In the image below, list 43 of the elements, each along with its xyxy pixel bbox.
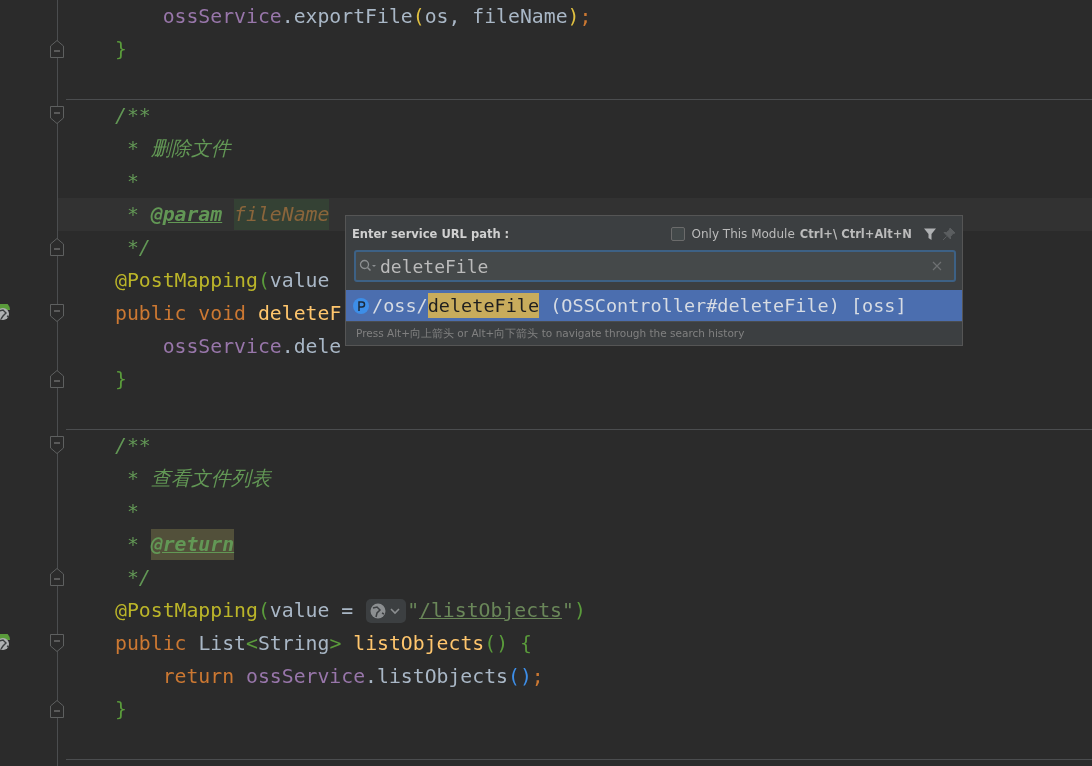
code-text: *	[125, 500, 139, 523]
code-text: ossService.dele	[162, 335, 342, 358]
fold-icon[interactable]	[49, 633, 65, 653]
code-text: /**	[115, 434, 151, 457]
code-text: @PostMapping(value	[115, 269, 330, 292]
code-text: return ossService.listObjects();	[162, 665, 544, 688]
fold-icon[interactable]	[49, 303, 65, 323]
popup-title: Enter service URL path :	[352, 227, 510, 241]
code-text: * 删除文件	[125, 136, 231, 162]
fold-icon[interactable]	[49, 39, 65, 59]
code-text: public void deleteF	[115, 302, 342, 325]
fold-icon[interactable]	[49, 699, 65, 719]
hint-text: Press Alt+向上箭头 or Alt+向下箭头 to navigate through the search history	[346, 321, 962, 345]
checkbox-label: Only This Module	[691, 227, 795, 241]
p-icon	[352, 296, 370, 315]
code-text: */	[125, 236, 151, 259]
module-checkbox[interactable]	[670, 227, 685, 241]
globe-icon[interactable]	[0, 304, 12, 322]
search-field[interactable]: deleteFile	[354, 250, 956, 282]
fold-icon[interactable]	[49, 435, 65, 455]
filter-icon[interactable]	[923, 227, 937, 241]
clear-icon[interactable]	[932, 261, 942, 271]
pin-icon[interactable]	[942, 227, 956, 241]
code-text: * 查看文件列表	[125, 466, 271, 492]
search-icon	[359, 259, 377, 273]
fold-icon[interactable]	[49, 105, 65, 125]
code-text: *	[125, 170, 139, 193]
code-text: public List<String> listObjects() {	[115, 632, 532, 655]
shortcut-text: Ctrl+\ Ctrl+Alt+N	[799, 227, 912, 241]
code-text: }	[115, 698, 127, 721]
code-text: */	[125, 566, 151, 589]
code-text: /**	[115, 104, 151, 127]
fold-icon[interactable]	[49, 369, 65, 389]
search-result[interactable]: /oss/deleteFile (OSSController#deleteFile) [oss]	[346, 290, 962, 321]
code-text: }	[115, 368, 127, 391]
code-text: ossService.exportFile(os, fileName);	[162, 5, 592, 28]
code-text: "/listObjects")	[407, 599, 586, 622]
globe-icon[interactable]	[366, 598, 407, 623]
fold-icon[interactable]	[49, 237, 65, 257]
code-text: }	[115, 38, 127, 61]
fold-icon[interactable]	[49, 567, 65, 587]
code-text: @PostMapping(value =	[115, 599, 355, 622]
globe-icon[interactable]	[0, 634, 12, 652]
